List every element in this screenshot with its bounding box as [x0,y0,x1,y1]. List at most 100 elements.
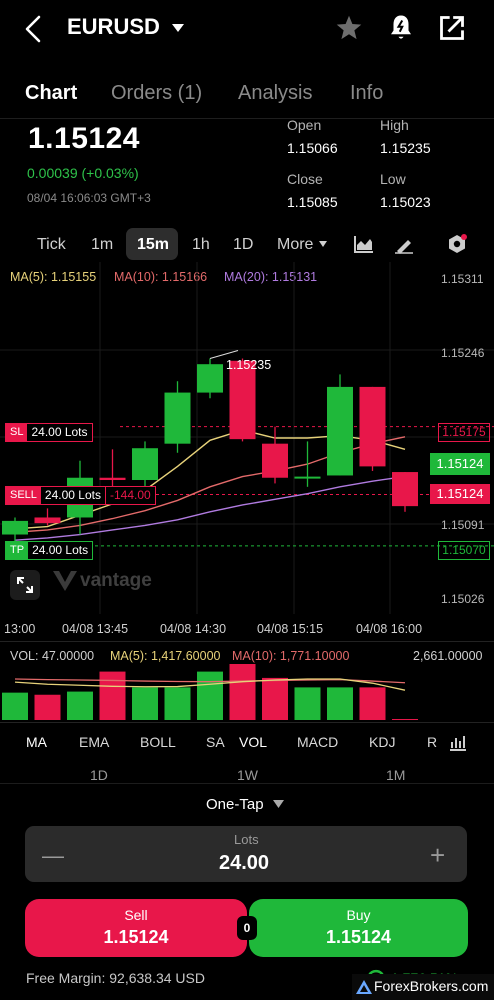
vol-ma5-legend: MA(5): 1,417.60000 [110,649,221,663]
order-mode-select[interactable]: One-Tap [206,796,264,813]
timeframe-1m[interactable]: 1m [91,236,113,254]
lots-value[interactable]: 24.00 [219,852,269,875]
candle-body [34,517,61,524]
period-1w[interactable]: 1W [237,767,258,783]
indicator-boll[interactable]: BOLL [140,734,176,750]
volume-bar [229,664,256,720]
x-axis-label: 13:00 [4,622,36,636]
timeframe-more[interactable]: More [277,236,313,254]
volume-bar [294,687,321,720]
timeframe-15m[interactable]: 15m [137,236,169,254]
fullscreen-icon[interactable] [10,570,40,600]
y-axis-label: 1.15246 [441,346,485,360]
indicator-r[interactable]: R [427,734,437,750]
volume-bar [164,687,191,720]
candle-body [392,472,418,507]
volume-bar [132,687,158,720]
volume-bar [99,671,126,720]
candle-body [2,520,28,535]
low-value: 1.15023 [380,194,431,210]
volume-bar [34,694,61,720]
open-label: Open [287,117,322,133]
sell-button-label: Sell [124,907,148,923]
sl-lots: 24.00 Lots [31,425,88,439]
volume-chart[interactable] [0,662,494,720]
volume-bar [359,687,386,720]
x-axis-label: 04/08 14:30 [160,622,227,636]
dropdown-caret-icon[interactable] [171,23,185,33]
high-value: 1.15235 [380,140,431,156]
indicator-settings-icon[interactable] [449,733,467,751]
period-divider [0,783,494,784]
indicator-vol[interactable]: VOL [239,734,267,750]
candle-body [262,443,288,478]
sell-button-price: 1.15124 [103,927,169,947]
bell-alert-icon[interactable] [386,13,416,43]
period-1d[interactable]: 1D [90,767,108,783]
sl-order-label[interactable]: SL 24.00 Lots [5,423,93,442]
tab-chart[interactable]: Chart [25,82,77,105]
buy-button-price: 1.15124 [325,927,392,947]
candle-body [327,386,353,476]
settings-hex-icon[interactable] [446,233,468,255]
volume-bar [392,719,418,720]
lots-minus-button[interactable]: — [42,843,64,869]
tp-price-tag: 1.15070 [438,541,490,560]
close-value: 1.15085 [287,194,338,210]
indicator-macd[interactable]: MACD [297,734,338,750]
tab-orders[interactable]: Orders (1) [111,82,202,105]
low-label: Low [380,171,406,187]
buy-button-label: Buy [346,907,371,923]
back-arrow-icon[interactable] [22,14,46,44]
vantage-watermark: vantage [80,570,152,591]
candle-body [197,364,223,393]
price-change: 0.00039 (+0.03%) [27,165,139,181]
volume-bar [2,692,28,720]
lots-label: Lots [234,832,259,847]
order-mode-caret-icon[interactable] [273,800,284,808]
close-label: Close [287,171,323,187]
bid-price-tag: 1.15124 [430,484,490,504]
candle-body [99,477,126,481]
lots-plus-button[interactable]: + [430,840,445,871]
high-marker-label: 1.15235 [226,358,272,372]
symbol-title[interactable]: EURUSD [67,14,160,40]
more-caret-icon [319,241,327,247]
free-margin: Free Margin: 92,638.34 USD [26,970,205,986]
indicator-kdj[interactable]: KDJ [369,734,395,750]
volume-bar [327,687,353,720]
sell-lots: 24.00 Lots [44,488,101,502]
timeframe-1d[interactable]: 1D [233,236,253,254]
sell-tag: SELL [6,487,41,504]
y-axis-label: 1.15091 [441,518,485,532]
draw-pen-icon[interactable] [393,233,415,255]
chart-type-icon[interactable] [353,234,375,254]
vantage-logo-icon [52,570,78,592]
sell-button[interactable]: Sell 1.15124 [25,899,247,957]
high-label: High [380,117,409,133]
volume-bar [67,691,93,720]
indicator-sa[interactable]: SA [206,734,225,750]
timeframe-1h[interactable]: 1h [192,236,210,254]
forexbrokers-logo-icon [356,980,372,994]
share-icon[interactable] [438,14,466,42]
indicator-ema[interactable]: EMA [79,734,109,750]
tab-analysis[interactable]: Analysis [238,82,312,105]
buy-button[interactable]: Buy 1.15124 [249,899,468,957]
tp-lots: 24.00 Lots [32,543,89,557]
tab-info[interactable]: Info [350,82,383,105]
forexbrokers-watermark: ForexBrokers.com [374,978,489,994]
vol-legend: VOL: 47.00000 [10,649,95,663]
star-icon[interactable] [335,14,363,42]
indicator-ma[interactable]: MA [26,734,47,750]
x-axis-label: 04/08 16:00 [356,622,423,636]
tp-order-label[interactable]: TP 24.00 Lots [5,541,94,560]
period-1m[interactable]: 1M [386,767,405,783]
sell-order-label[interactable]: SELL 24.00 Lots -144.00 [5,486,156,505]
candle-body [359,386,386,467]
quote-timestamp: 08/04 16:06:03 GMT+3 [27,191,151,205]
tabs-divider [0,118,494,119]
timeframe-tick[interactable]: Tick [37,236,66,254]
vol-ma10-legend: MA(10): 1,771.10000 [232,649,350,663]
candle-body [294,476,321,479]
